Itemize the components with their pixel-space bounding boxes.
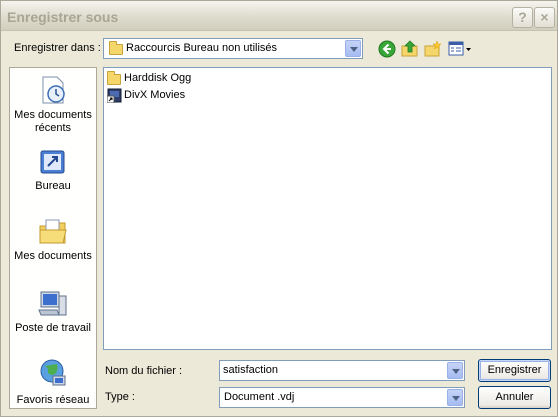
place-label: Mes documents	[14, 250, 92, 262]
folder-icon	[109, 41, 123, 55]
file-name: Harddisk Ogg	[124, 72, 192, 84]
list-item[interactable]: DivX Movies	[106, 87, 306, 103]
place-label: Favoris réseau	[16, 394, 90, 406]
filename-input[interactable]	[223, 364, 443, 376]
file-name: DivX Movies	[124, 89, 186, 101]
recent-documents-icon	[42, 76, 65, 104]
close-button[interactable]: ×	[534, 7, 555, 28]
place-desktop[interactable]: Bureau	[10, 146, 96, 192]
filetype-select[interactable]: Document .vdj	[219, 387, 465, 408]
file-list[interactable]: Harddisk Ogg DivX Movies	[103, 67, 552, 350]
network-places-icon	[40, 359, 66, 386]
filename-label: Nom du fichier :	[105, 365, 183, 377]
place-label: Poste de travail	[15, 322, 91, 334]
view-menu-icon[interactable]	[448, 40, 472, 58]
my-documents-icon	[39, 219, 67, 244]
place-my-computer[interactable]: Poste de travail	[10, 288, 96, 336]
look-in-value: Raccourcis Bureau non utilisés	[126, 42, 278, 54]
back-icon[interactable]	[378, 40, 396, 58]
folder-icon	[107, 71, 121, 85]
new-folder-icon[interactable]	[424, 40, 442, 58]
place-label: Mes documents récents	[14, 109, 92, 134]
chevron-down-icon[interactable]	[447, 362, 463, 379]
chevron-down-icon[interactable]	[345, 40, 361, 57]
place-network-places[interactable]: Favoris réseau	[10, 358, 96, 406]
window-title: Enregistrer sous	[7, 9, 119, 25]
filename-field[interactable]	[219, 360, 465, 381]
place-my-documents[interactable]: Mes documents	[10, 216, 96, 264]
help-button[interactable]: ?	[512, 7, 533, 28]
place-label: Bureau	[35, 180, 71, 192]
shortcut-icon	[107, 88, 122, 103]
title-bar[interactable]: Enregistrer sous ? ×	[1, 1, 557, 31]
up-folder-icon[interactable]	[401, 40, 419, 58]
look-in-label: Enregistrer dans :	[14, 42, 101, 54]
place-recent-documents[interactable]: Mes documents récents	[10, 74, 96, 138]
cancel-button[interactable]: Annuler	[478, 386, 551, 409]
desktop-icon	[40, 150, 65, 174]
filetype-label: Type :	[105, 391, 135, 403]
look-in-combo[interactable]: Raccourcis Bureau non utilisés	[103, 38, 363, 59]
filetype-value: Document .vdj	[224, 391, 295, 403]
list-item[interactable]: Harddisk Ogg	[106, 70, 306, 86]
save-as-dialog: Enregistrer sous ? × Enregistrer dans : …	[0, 0, 558, 417]
chevron-down-icon[interactable]	[447, 389, 463, 406]
my-computer-icon	[38, 291, 67, 316]
save-button[interactable]: Enregistrer	[478, 359, 551, 382]
places-bar: Mes documents récents Bureau Mes documen…	[9, 67, 97, 409]
